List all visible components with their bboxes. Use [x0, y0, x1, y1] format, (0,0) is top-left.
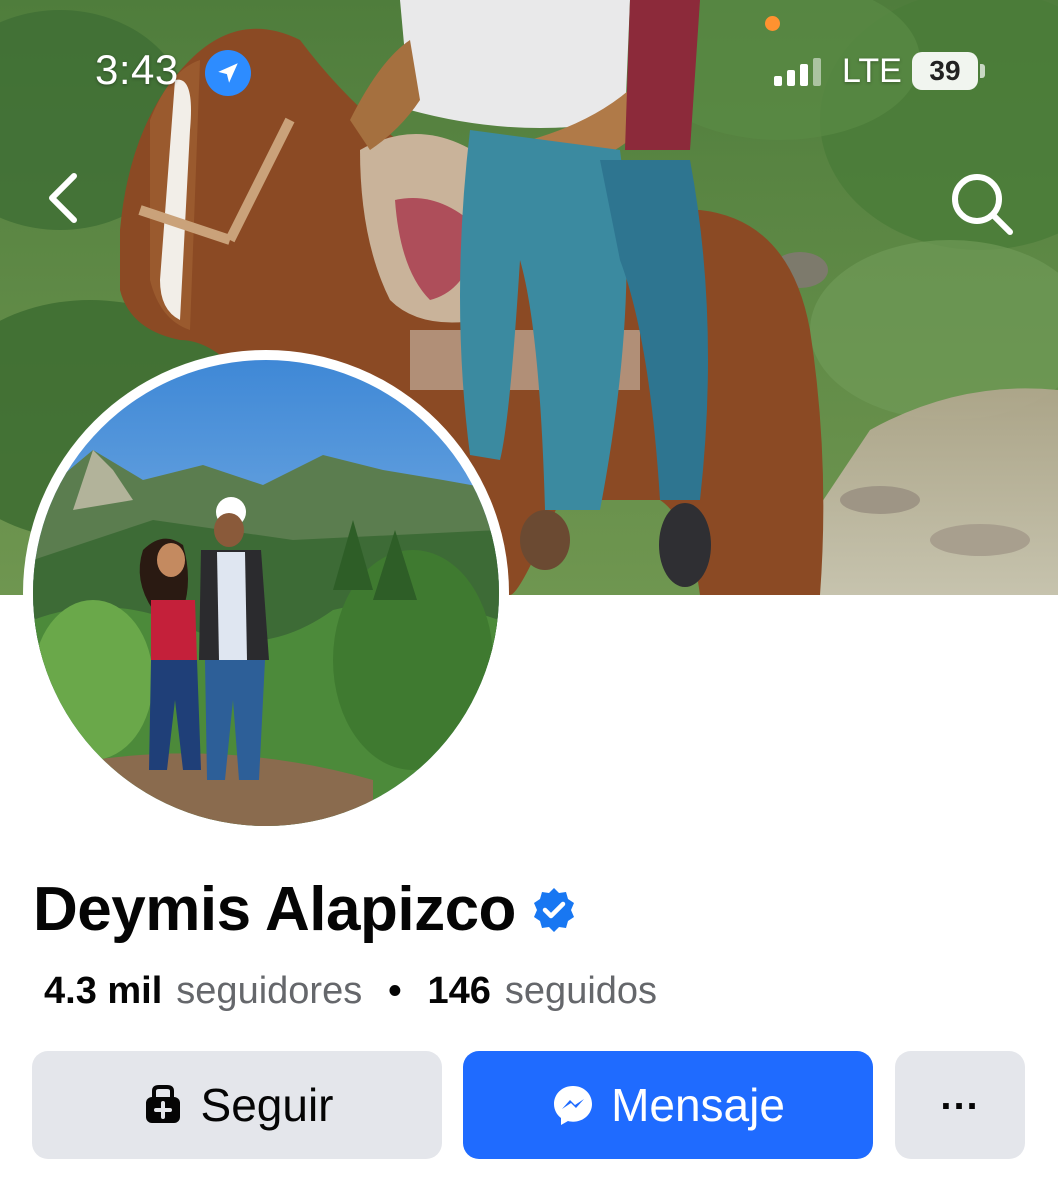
status-time: 3:43	[95, 46, 179, 93]
following-count[interactable]: 146	[428, 970, 491, 1013]
stats-separator: •	[388, 970, 402, 1012]
battery-tip	[980, 64, 985, 78]
followers-count[interactable]: 4.3 mil	[44, 970, 162, 1013]
more-options-icon: ...	[940, 1073, 980, 1118]
profile-header: Deymis Alapizco	[33, 874, 578, 945]
network-type: LTE	[842, 52, 902, 90]
following-label[interactable]: seguidos	[505, 970, 657, 1013]
verified-badge-icon	[533, 887, 574, 932]
signal-bars-icon	[774, 58, 821, 86]
message-button-label: Mensaje	[611, 1079, 785, 1131]
message-button[interactable]: Mensaje	[463, 1051, 873, 1159]
search-icon	[952, 174, 1013, 235]
battery-indicator: 39	[912, 52, 978, 90]
chevron-left-icon	[49, 173, 77, 223]
back-button[interactable]	[38, 168, 98, 228]
search-button[interactable]	[946, 168, 1016, 238]
follow-person-icon	[141, 1083, 185, 1127]
location-arrow-icon	[205, 50, 251, 96]
more-options-button[interactable]: ...	[895, 1051, 1025, 1159]
profile-stats: 4.3 mil seguidores • 146 seguidos	[44, 970, 657, 1013]
follow-button-label: Seguir	[200, 1079, 334, 1131]
follow-button[interactable]: Seguir	[32, 1051, 442, 1159]
followers-label[interactable]: seguidores	[176, 970, 362, 1013]
profile-picture[interactable]	[23, 350, 509, 836]
messenger-icon	[551, 1083, 595, 1127]
profile-name: Deymis Alapizco	[33, 875, 516, 944]
profile-picture-image	[33, 360, 499, 826]
privacy-indicator-dot	[765, 16, 780, 31]
